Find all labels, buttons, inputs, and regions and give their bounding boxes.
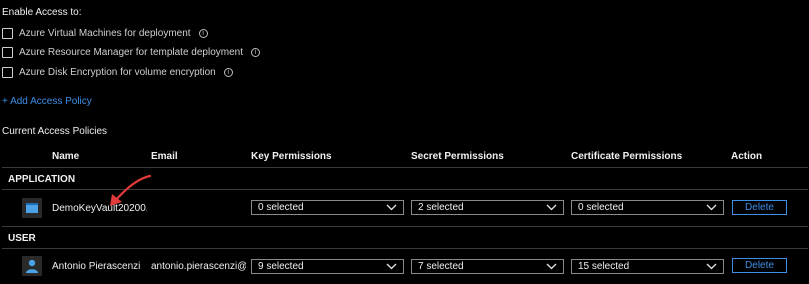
chevron-down-icon <box>706 263 717 270</box>
dropdown-value: 0 selected <box>578 202 624 213</box>
key-permissions-dropdown-application[interactable]: 0 selected <box>251 200 404 215</box>
enable-access-heading: Enable Access to: <box>2 7 82 18</box>
column-header-email: Email <box>151 151 178 162</box>
delete-button-application[interactable]: Delete <box>732 200 787 215</box>
group-label-user: USER <box>8 233 36 244</box>
current-access-policies-title: Current Access Policies <box>2 126 108 137</box>
arm-deployment-label: Azure Resource Manager for template depl… <box>19 46 244 58</box>
chevron-down-icon <box>546 263 557 270</box>
secret-permissions-dropdown-user[interactable]: 7 selected <box>411 259 564 274</box>
vm-deployment-label: Azure Virtual Machines for deployment <box>19 27 191 39</box>
chevron-down-icon <box>546 204 557 211</box>
disk-encryption-checkbox[interactable] <box>2 66 13 78</box>
column-header-key-permissions: Key Permissions <box>251 151 332 162</box>
policy-email-user: antonio.pierascenzi@... <box>151 261 246 272</box>
option-virtual-machines[interactable]: Azure Virtual Machines for deployment i <box>2 26 208 40</box>
info-icon[interactable]: i <box>223 67 233 77</box>
certificate-permissions-dropdown-user[interactable]: 15 selected <box>571 259 724 274</box>
chevron-down-icon <box>386 263 397 270</box>
dropdown-value: 2 selected <box>418 202 464 213</box>
option-disk-encryption[interactable]: Azure Disk Encryption for volume encrypt… <box>2 65 233 79</box>
certificate-permissions-dropdown-application[interactable]: 0 selected <box>571 200 724 215</box>
dropdown-value: 15 selected <box>578 261 630 272</box>
info-icon[interactable]: i <box>251 47 261 57</box>
column-header-secret-permissions: Secret Permissions <box>411 151 504 162</box>
key-permissions-dropdown-user[interactable]: 9 selected <box>251 259 404 274</box>
info-icon[interactable]: i <box>198 28 208 38</box>
column-header-action: Action <box>731 151 763 162</box>
arm-deployment-checkbox[interactable] <box>2 46 13 58</box>
option-resource-manager[interactable]: Azure Resource Manager for template depl… <box>2 45 261 59</box>
divider <box>2 167 808 168</box>
user-icon <box>22 256 42 276</box>
column-header-certificate-permissions: Certificate Permissions <box>571 151 683 162</box>
dropdown-value: 0 selected <box>258 202 304 213</box>
chevron-down-icon <box>706 204 717 211</box>
vm-deployment-checkbox[interactable] <box>2 27 13 39</box>
application-icon <box>22 198 42 218</box>
column-header-name: Name <box>52 151 80 162</box>
group-label-application: APPLICATION <box>8 174 76 185</box>
chevron-down-icon <box>386 204 397 211</box>
add-access-policy-link[interactable]: + Add Access Policy <box>2 96 92 107</box>
disk-encryption-label: Azure Disk Encryption for volume encrypt… <box>19 66 216 78</box>
divider <box>2 226 808 227</box>
dropdown-value: 7 selected <box>418 261 464 272</box>
dropdown-value: 9 selected <box>258 261 304 272</box>
annotation-arrow-icon <box>110 174 152 206</box>
divider <box>2 248 808 249</box>
secret-permissions-dropdown-application[interactable]: 2 selected <box>411 200 564 215</box>
policy-name-user: Antonio Pierascenzi <box>52 261 141 272</box>
delete-button-user[interactable]: Delete <box>732 258 787 273</box>
